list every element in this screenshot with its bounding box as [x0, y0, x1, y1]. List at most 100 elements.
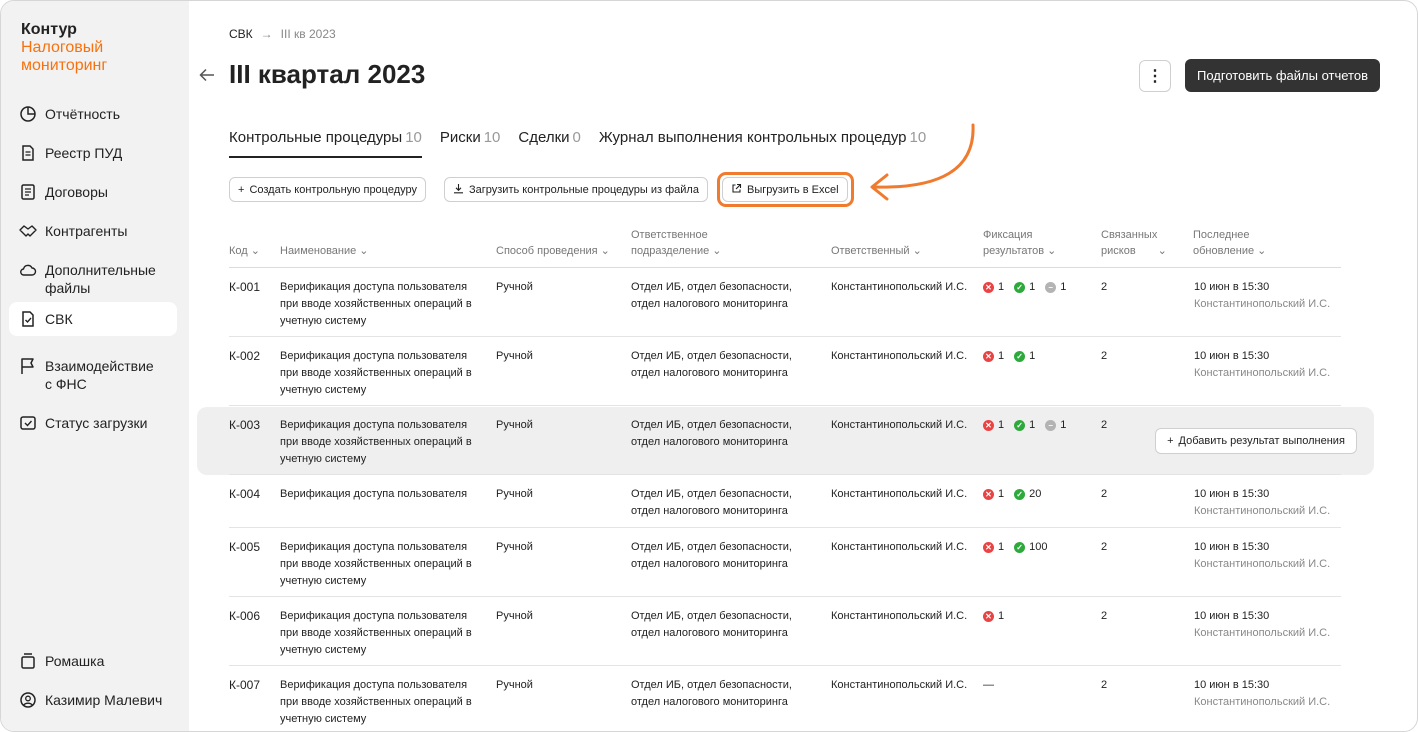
sidebar-org[interactable]: Ромашка [9, 644, 177, 678]
status-success-count: 1 [1029, 419, 1036, 431]
sidebar-item-pud-registry[interactable]: Реестр ПУД [9, 136, 177, 170]
upload-procedures-label: Загрузить контрольные процедуры из файла [469, 183, 699, 196]
handshake-icon [19, 222, 37, 240]
brand-logo[interactable]: Контур Налоговый мониторинг [21, 21, 107, 75]
cross-circle-icon: ✕ [983, 351, 994, 362]
plus-icon: + [1167, 435, 1174, 447]
cell-name[interactable]: Верификация доступа пользователя при вво… [280, 417, 480, 468]
cell-linked-risks: 2 [1101, 281, 1108, 293]
sidebar-item-reporting[interactable]: Отчётность [9, 97, 177, 131]
cross-circle-icon: ✕ [983, 611, 994, 622]
update-date: 10 июн в 15:30 [1194, 541, 1270, 553]
cell-department: Отдел ИБ, отдел безопасности, отдел нало… [631, 488, 792, 517]
column-label: Связанных [1101, 229, 1158, 241]
tab-risks[interactable]: Риски 10 [440, 129, 501, 158]
table-row[interactable]: К-006 Верификация доступа пользователя пр… [229, 597, 1341, 666]
table-row[interactable]: К-005 Верификация доступа пользователя пр… [229, 528, 1341, 597]
column-header-code[interactable]: Код ⌄ [229, 243, 260, 259]
update-date: 10 июн в 15:30 [1194, 488, 1270, 500]
cell-name[interactable]: Верификация доступа пользователя при вво… [280, 539, 480, 590]
column-header-name[interactable]: Наименование ⌄ [280, 243, 368, 259]
cell-name[interactable]: Верификация доступа пользователя [280, 486, 480, 503]
check-circle-icon: ✓ [1014, 420, 1026, 431]
cell-linked-risks: 2 [1101, 610, 1108, 622]
cell-method: Ручной [496, 679, 533, 691]
status-pending: –1 [1045, 417, 1066, 434]
column-label: Ответственный [831, 245, 910, 257]
column-label: Наименование [280, 245, 357, 257]
sidebar-item-fns-interaction[interactable]: Взаимодействие с ФНС [9, 349, 177, 401]
column-label: Ответственное [631, 229, 708, 241]
cell-method: Ручной [496, 350, 533, 362]
pie-chart-icon [19, 105, 37, 123]
table-row[interactable]: К-001 Верификация доступа пользователя пр… [229, 268, 1341, 337]
minus-circle-icon: – [1045, 420, 1057, 431]
more-options-button[interactable]: ⋮ [1139, 60, 1171, 92]
create-procedure-button[interactable]: + Создать контрольную процедуру [229, 177, 427, 202]
column-header-last-update[interactable]: Последнее обновление ⌄ [1193, 227, 1266, 259]
cell-method: Ручной [496, 610, 533, 622]
sidebar-item-additional-files[interactable]: Дополнительные файлы [9, 253, 177, 305]
column-header-linked-risks[interactable]: Связанных рисков ⌄ [1101, 227, 1167, 259]
update-author: Константинопольский И.С. [1194, 367, 1331, 379]
cell-responsible: Константинопольский И.С. [831, 488, 968, 500]
status-success: ✓ 1 [1014, 279, 1035, 296]
cell-department: Отдел ИБ, отдел безопасности, отдел нало… [631, 419, 792, 448]
sidebar-item-upload-status[interactable]: Статус загрузки [9, 406, 177, 440]
chevron-down-icon: ⌄ [359, 245, 369, 257]
cell-responsible: Константинопольский И.С. [831, 679, 968, 691]
tab-deals[interactable]: Сделки 0 [518, 129, 580, 158]
status-error: ✕ 1 [983, 279, 1004, 296]
checklist-icon [19, 310, 37, 328]
download-icon [453, 183, 464, 197]
cell-name[interactable]: Верификация доступа пользователя при вво… [280, 677, 480, 728]
cell-last-update: 10 июн в 15:30 Константинопольский И.С. [1194, 348, 1330, 382]
cell-results: ✕ 1 ✓ 100 [983, 539, 1047, 556]
add-result-label: Добавить результат выполнения [1178, 435, 1345, 447]
column-header-method[interactable]: Способ проведения ⌄ [496, 243, 610, 259]
breadcrumb-current: III кв 2023 [280, 27, 336, 41]
chevron-down-icon: ⌄ [1257, 245, 1267, 257]
column-label: результатов [983, 245, 1045, 257]
status-error-count: 1 [998, 350, 1005, 362]
tab-count: 10 [483, 129, 501, 146]
table-row[interactable]: К-002 Верификация доступа пользователя пр… [229, 337, 1341, 406]
add-result-button[interactable]: + Добавить результат выполнения [1155, 428, 1357, 454]
update-date: 10 июн в 15:30 [1194, 281, 1270, 293]
sidebar-item-label: Взаимодействие с ФНС [45, 358, 154, 392]
breadcrumb-root[interactable]: СВК [229, 27, 253, 41]
back-arrow-icon[interactable] [199, 65, 215, 88]
sidebar-item-contracts[interactable]: Договоры [9, 175, 177, 209]
sidebar-item-counterparties[interactable]: Контрагенты [9, 214, 177, 248]
contract-icon [19, 183, 37, 201]
sidebar-item-label: СВК [45, 311, 73, 327]
flag-icon [19, 357, 37, 375]
status-error-count: 1 [998, 419, 1005, 431]
document-icon [19, 144, 37, 162]
tab-control-procedures[interactable]: Контрольные процедуры 10 [229, 129, 422, 158]
cell-name[interactable]: Верификация доступа пользователя при вво… [280, 279, 480, 330]
column-header-department[interactable]: Ответственное подразделение ⌄ [631, 227, 721, 259]
column-label: рисков [1101, 245, 1136, 257]
status-success-count: 1 [1029, 281, 1036, 293]
upload-procedures-button[interactable]: Загрузить контрольные процедуры из файла [444, 177, 708, 202]
tabs: Контрольные процедуры 10 Риски 10 Сделки 0 … [229, 129, 944, 158]
column-header-responsible[interactable]: Ответственный ⌄ [831, 243, 922, 259]
sidebar-user[interactable]: Казимир Малевич [9, 683, 177, 717]
create-procedure-label: Создать контрольную процедуру [249, 183, 418, 196]
table-row[interactable]: К-004 Верификация доступа пользователя Руч… [229, 475, 1341, 528]
cell-name[interactable]: Верификация доступа пользователя при вво… [280, 608, 480, 659]
chevron-down-icon: ⌄ [912, 245, 922, 257]
prepare-report-files-button[interactable]: Подготовить файлы отчетов [1185, 59, 1380, 92]
check-circle-icon: ✓ [1014, 282, 1026, 293]
cell-last-update: 10 июн в 15:30 Константинопольский И.С. [1194, 279, 1330, 313]
cell-name[interactable]: Верификация доступа пользователя при вво… [280, 348, 480, 399]
table-row[interactable]: К-007 Верификация доступа пользователя пр… [229, 666, 1341, 731]
update-author: Константинопольский И.С. [1194, 298, 1331, 310]
cell-linked-risks: 2 [1101, 419, 1108, 431]
sidebar-item-svk[interactable]: СВК [9, 302, 177, 336]
user-icon [19, 691, 37, 709]
sidebar-item-label: Контрагенты [45, 223, 128, 239]
cell-method: Ручной [496, 419, 533, 431]
column-header-results[interactable]: Фиксация результатов ⌄ [983, 227, 1056, 259]
